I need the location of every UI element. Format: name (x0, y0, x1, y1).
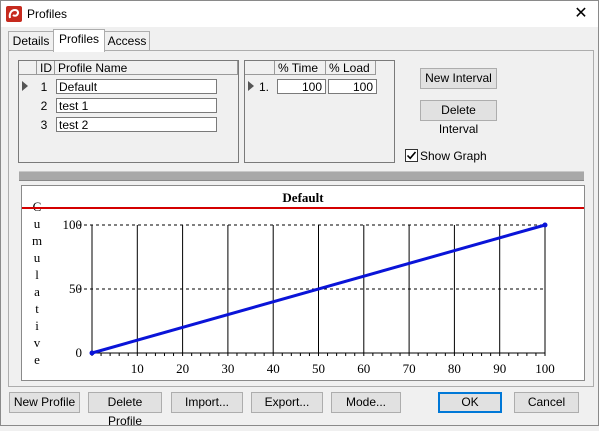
new-interval-button[interactable]: New Interval (420, 68, 497, 89)
x-tick-label: 10 (131, 361, 144, 376)
y-tick-label: 0 (76, 345, 83, 360)
mode-button[interactable]: Mode... (331, 392, 401, 413)
load-chart: Cumulative Default 10 20 30 40 50 60 70 80 90 100 1… (21, 185, 585, 381)
data-point (89, 350, 95, 356)
cancel-button[interactable]: Cancel (514, 392, 579, 413)
x-tick-label: 70 (403, 361, 416, 376)
tab-profiles[interactable]: Profiles (53, 29, 105, 52)
profiles-panel: ID Profile Name 1 Default 2 test 1 3 tes… (8, 50, 594, 387)
title-bar: Profiles ✕ (1, 1, 598, 27)
grid-corner (19, 61, 37, 75)
profile-id-cell: 3 (40, 118, 48, 132)
interval-time-cell[interactable]: 100 (277, 79, 326, 94)
interval-index-cell: 1. (259, 80, 270, 94)
column-header-time[interactable]: % Time (275, 61, 326, 75)
x-tick-label: 60 (357, 361, 370, 376)
tab-details[interactable]: Details (8, 31, 54, 51)
data-point (542, 222, 548, 228)
chart-title: Default (282, 190, 324, 205)
x-tick-label: 80 (448, 361, 461, 376)
row-indicator-icon (22, 81, 28, 91)
window-title: Profiles (27, 7, 68, 21)
import-button[interactable]: Import... (171, 392, 243, 413)
export-button[interactable]: Export... (251, 392, 323, 413)
x-tick-label: 50 (312, 361, 325, 376)
show-graph-label[interactable]: Show Graph (420, 149, 487, 163)
row-indicator-icon (248, 81, 254, 91)
profile-name-cell[interactable]: test 1 (56, 98, 217, 113)
profiles-grid: ID Profile Name 1 Default 2 test 1 3 tes… (18, 60, 239, 163)
profile-id-cell: 1 (40, 80, 48, 94)
ok-button[interactable]: OK (438, 392, 502, 413)
tab-access[interactable]: Access (104, 31, 150, 51)
splitter-bar[interactable] (19, 171, 584, 181)
new-profile-button[interactable]: New Profile (9, 392, 80, 413)
profile-name-cell[interactable]: Default (56, 79, 217, 94)
profiles-app-icon (6, 6, 22, 22)
show-graph-checkbox[interactable] (405, 149, 418, 162)
column-header-id[interactable]: ID (37, 61, 55, 75)
x-tick-label: 40 (267, 361, 280, 376)
x-tick-label: 20 (176, 361, 189, 376)
y-tick-label: 100 (63, 217, 83, 232)
delete-interval-button[interactable]: Delete Interval (420, 100, 497, 136)
interval-grid: % Time % Load 1. 100 100 (244, 60, 395, 163)
x-tick-label: 30 (221, 361, 234, 376)
x-tick-label: 100 (535, 361, 555, 376)
column-header-load[interactable]: % Load (326, 61, 376, 75)
y-tick-label: 50 (69, 281, 82, 296)
profile-name-cell[interactable]: test 2 (56, 117, 217, 132)
chart-plot: Default 10 20 30 40 50 60 70 80 90 100 100 50 0 (22, 190, 584, 376)
close-button[interactable]: ✕ (564, 1, 598, 27)
x-tick-label: 90 (493, 361, 506, 376)
profile-id-cell: 2 (40, 99, 48, 113)
column-header-profile-name[interactable]: Profile Name (55, 61, 238, 75)
delete-profile-button[interactable]: Delete Profile (88, 392, 162, 428)
interval-load-cell[interactable]: 100 (328, 79, 377, 94)
profiles-dialog: Profiles ✕ Details Profiles Access ID Pr… (0, 0, 599, 428)
checkmark-icon (406, 151, 417, 160)
grid-corner (245, 61, 275, 75)
